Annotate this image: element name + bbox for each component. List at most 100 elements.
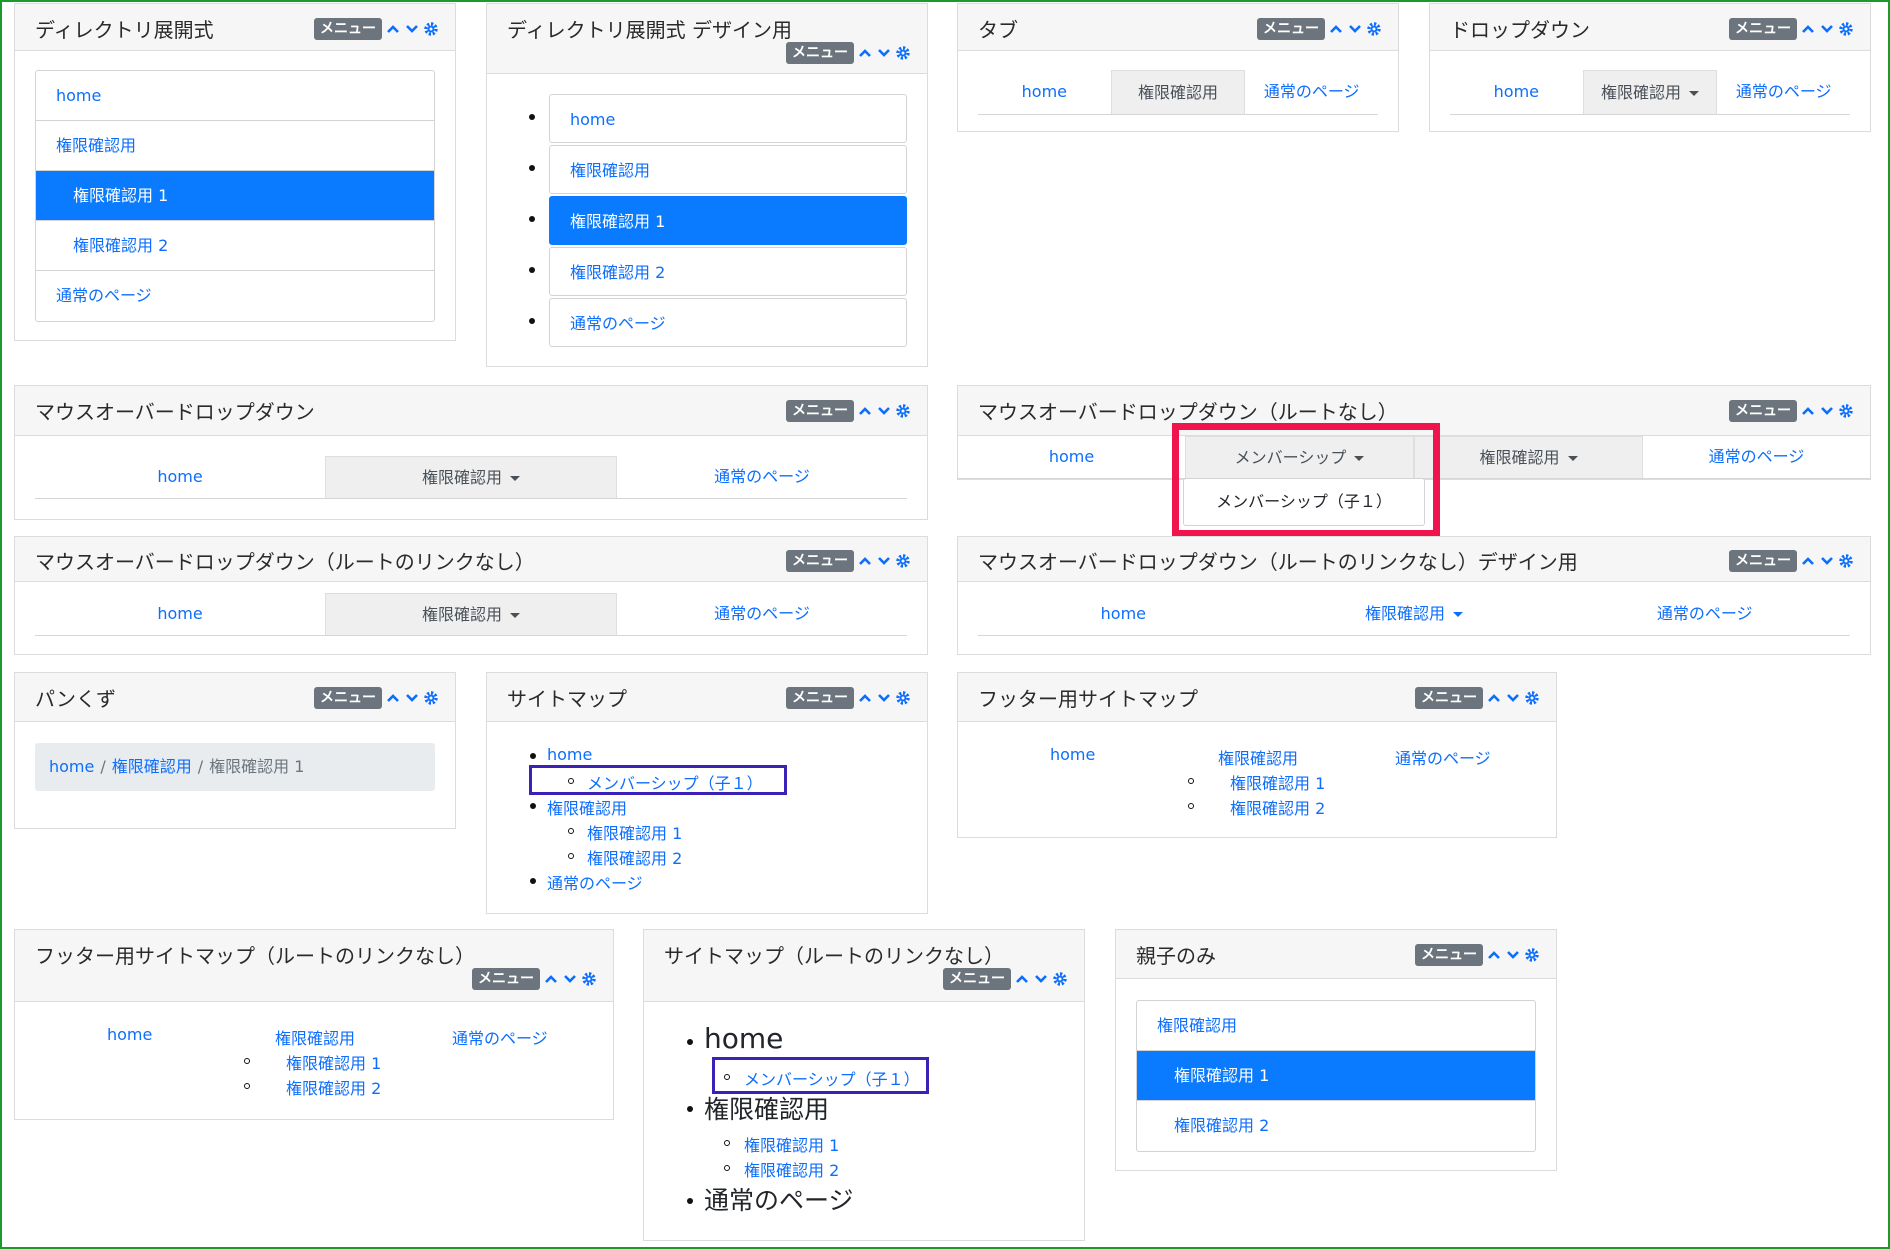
chevron-down-icon[interactable]	[1819, 21, 1835, 37]
gear-icon[interactable]	[895, 403, 911, 419]
chevron-down-icon[interactable]	[1505, 690, 1521, 706]
chevron-down-icon[interactable]	[1033, 971, 1049, 987]
chevron-up-icon[interactable]	[857, 45, 873, 61]
footer-link-auth[interactable]: 権限確認用	[275, 1025, 355, 1049]
list-item-auth2[interactable]: 権限確認用 2	[549, 247, 907, 296]
gear-icon[interactable]	[1524, 690, 1540, 706]
gear-icon[interactable]	[895, 690, 911, 706]
list-item-normal[interactable]: 通常のページ	[549, 298, 907, 347]
gear-icon[interactable]	[895, 45, 911, 61]
menu-badge[interactable]: メニュー	[786, 687, 854, 709]
menu-badge[interactable]: メニュー	[472, 968, 540, 990]
list-item-auth2[interactable]: 権限確認用 2	[36, 221, 434, 271]
tab-normal[interactable]: 通常のページ	[1643, 436, 1870, 478]
gear-icon[interactable]	[423, 21, 439, 37]
sitemap-link-auth2[interactable]: 権限確認用 2	[744, 1157, 839, 1181]
tab-auth-dropdown[interactable]: 権限確認用	[325, 456, 617, 498]
chevron-up-icon[interactable]	[543, 971, 559, 987]
chevron-up-icon[interactable]	[1800, 403, 1816, 419]
tab-home[interactable]: home	[35, 456, 325, 498]
menu-badge[interactable]: メニュー	[1729, 550, 1797, 572]
footer-link-home[interactable]: home	[107, 1025, 152, 1044]
tab-auth-active[interactable]: 権限確認用	[1110, 70, 1246, 114]
tab-home[interactable]: home	[1450, 70, 1583, 114]
chevron-down-icon[interactable]	[562, 971, 578, 987]
chevron-up-icon[interactable]	[1328, 21, 1344, 37]
chevron-down-icon[interactable]	[1819, 403, 1835, 419]
list-item-auth[interactable]: 権限確認用	[36, 121, 434, 171]
tab-home[interactable]: home	[958, 436, 1185, 478]
tab-normal[interactable]: 通常のページ	[1559, 593, 1850, 635]
gear-icon[interactable]	[1524, 947, 1540, 963]
menu-badge[interactable]: メニュー	[786, 400, 854, 422]
tab-home[interactable]: home	[978, 70, 1111, 114]
chevron-down-icon[interactable]	[404, 21, 420, 37]
tab-auth-dropdown[interactable]: 権限確認用	[1414, 436, 1643, 478]
chevron-up-icon[interactable]	[1486, 947, 1502, 963]
tab-normal[interactable]: 通常のページ	[617, 593, 907, 635]
tab-auth-dropdown[interactable]: 権限確認用	[1582, 70, 1718, 114]
chevron-up-icon[interactable]	[1800, 21, 1816, 37]
list-item-home[interactable]: home	[36, 71, 434, 121]
breadcrumb-home[interactable]: home	[49, 757, 94, 776]
breadcrumb-auth[interactable]: 権限確認用	[112, 757, 192, 776]
chevron-up-icon[interactable]	[1014, 971, 1030, 987]
menu-badge[interactable]: メニュー	[943, 968, 1011, 990]
gear-icon[interactable]	[1838, 403, 1854, 419]
tab-home[interactable]: home	[978, 593, 1269, 635]
sitemap-link-normal[interactable]: 通常のページ	[547, 870, 643, 894]
menu-badge[interactable]: メニュー	[314, 687, 382, 709]
sitemap-link-auth[interactable]: 権限確認用	[547, 795, 627, 819]
footer-link-auth1[interactable]: 権限確認用 1	[286, 1050, 381, 1074]
chevron-up-icon[interactable]	[385, 690, 401, 706]
menu-badge[interactable]: メニュー	[1257, 18, 1325, 40]
tab-normal[interactable]: 通常のページ	[617, 456, 907, 498]
chevron-up-icon[interactable]	[857, 403, 873, 419]
footer-link-auth1[interactable]: 権限確認用 1	[1230, 770, 1325, 794]
footer-link-auth2[interactable]: 権限確認用 2	[1230, 795, 1325, 819]
footer-link-auth[interactable]: 権限確認用	[1218, 745, 1298, 769]
chevron-down-icon[interactable]	[1347, 21, 1363, 37]
chevron-down-icon[interactable]	[876, 553, 892, 569]
tab-normal[interactable]: 通常のページ	[1245, 70, 1378, 114]
menu-badge[interactable]: メニュー	[1729, 400, 1797, 422]
list-item-auth1-active[interactable]: 権限確認用 1	[549, 196, 907, 245]
list-item-auth2[interactable]: 権限確認用 2	[1137, 1101, 1535, 1151]
chevron-down-icon[interactable]	[876, 45, 892, 61]
menu-badge[interactable]: メニュー	[1415, 687, 1483, 709]
gear-icon[interactable]	[1366, 21, 1382, 37]
list-item-auth1-active[interactable]: 権限確認用 1	[36, 171, 434, 221]
tab-normal[interactable]: 通常のページ	[1717, 70, 1850, 114]
chevron-down-icon[interactable]	[876, 690, 892, 706]
menu-badge[interactable]: メニュー	[786, 550, 854, 572]
chevron-up-icon[interactable]	[1800, 553, 1816, 569]
tab-auth-dropdown[interactable]: 権限確認用	[1269, 593, 1560, 635]
sitemap-link-home[interactable]: home	[547, 745, 592, 764]
sitemap-link-auth1[interactable]: 権限確認用 1	[587, 820, 682, 844]
footer-link-normal[interactable]: 通常のページ	[452, 1025, 548, 1049]
gear-icon[interactable]	[1052, 971, 1068, 987]
menu-badge[interactable]: メニュー	[786, 42, 854, 64]
chevron-down-icon[interactable]	[876, 403, 892, 419]
sitemap-link-auth2[interactable]: 権限確認用 2	[587, 845, 682, 869]
chevron-down-icon[interactable]	[1819, 553, 1835, 569]
footer-link-home[interactable]: home	[1050, 745, 1095, 764]
list-item-auth[interactable]: 権限確認用	[549, 145, 907, 194]
sitemap-link-auth1[interactable]: 権限確認用 1	[744, 1132, 839, 1156]
footer-link-normal[interactable]: 通常のページ	[1395, 745, 1491, 769]
menu-badge[interactable]: メニュー	[314, 18, 382, 40]
chevron-up-icon[interactable]	[385, 21, 401, 37]
menu-badge[interactable]: メニュー	[1415, 944, 1483, 966]
list-item-home[interactable]: home	[549, 94, 907, 143]
chevron-down-icon[interactable]	[1505, 947, 1521, 963]
gear-icon[interactable]	[1838, 21, 1854, 37]
gear-icon[interactable]	[581, 971, 597, 987]
gear-icon[interactable]	[423, 690, 439, 706]
chevron-up-icon[interactable]	[857, 553, 873, 569]
list-item-normal[interactable]: 通常のページ	[36, 271, 434, 321]
chevron-up-icon[interactable]	[857, 690, 873, 706]
chevron-up-icon[interactable]	[1486, 690, 1502, 706]
footer-link-auth2[interactable]: 権限確認用 2	[286, 1075, 381, 1099]
gear-icon[interactable]	[1838, 553, 1854, 569]
list-item-auth[interactable]: 権限確認用	[1137, 1001, 1535, 1051]
